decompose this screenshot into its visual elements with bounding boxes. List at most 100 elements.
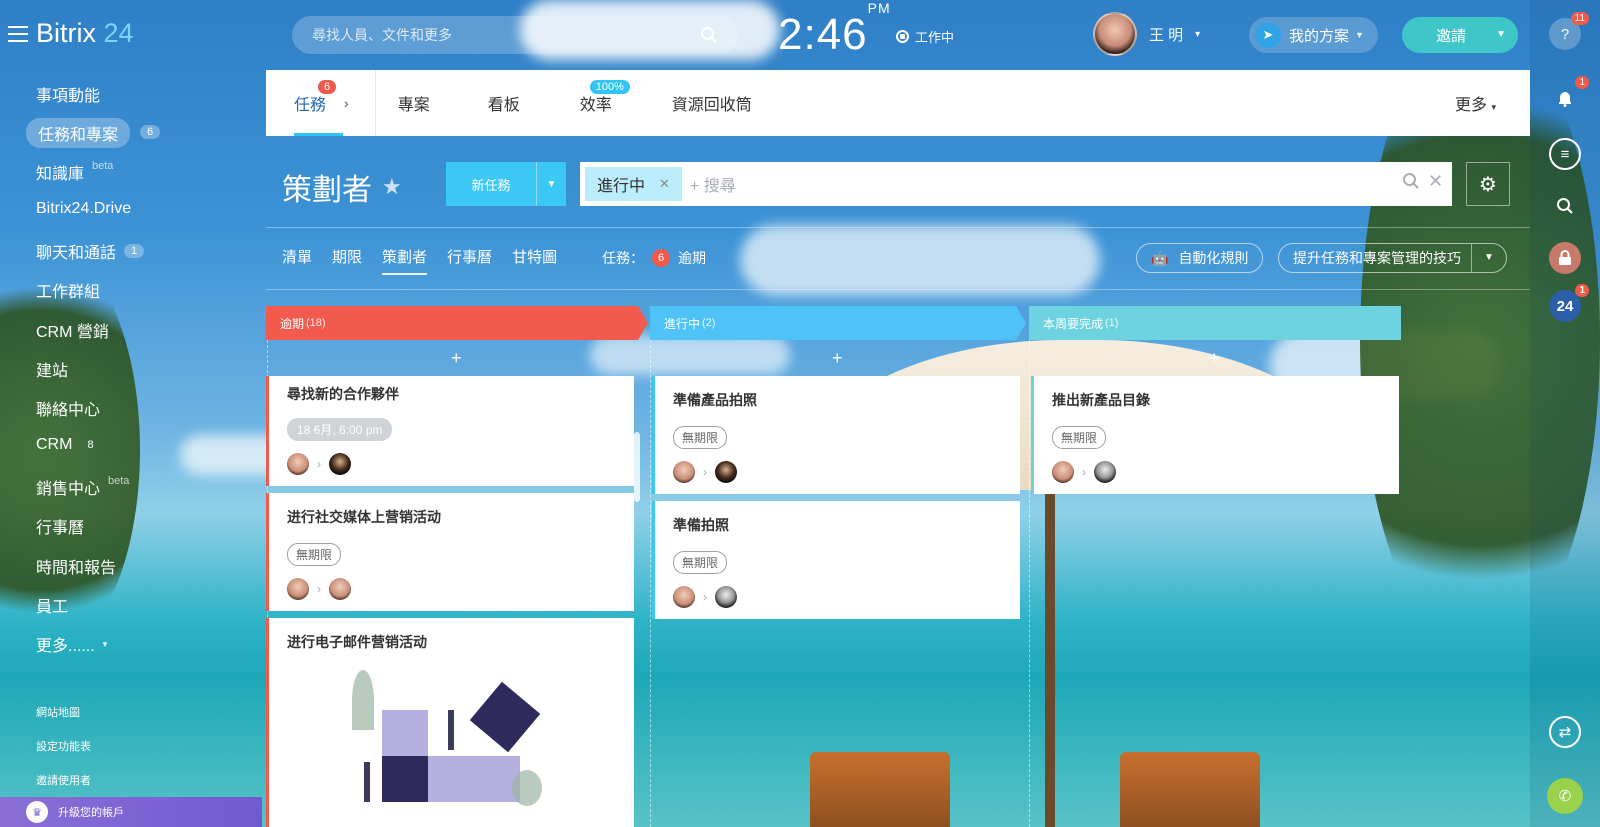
chat-icon[interactable]: ≡	[1549, 138, 1581, 170]
filter-search-placeholder[interactable]: + 搜尋	[690, 172, 736, 196]
automation-rules-button[interactable]: 🤖 自動化規則	[1136, 243, 1264, 273]
menu-item-activity[interactable]: 事項動能	[36, 82, 100, 106]
menu-item-contact-center[interactable]: 聯絡中心	[36, 396, 100, 420]
task-title[interactable]: 推出新產品目錄	[1052, 390, 1381, 410]
task-deadline[interactable]: 無期限	[1052, 426, 1107, 449]
task-title[interactable]: 準備產品拍照	[673, 390, 1002, 410]
menu-item-chat[interactable]: 聊天和通話 1	[36, 239, 145, 263]
upgrade-button[interactable]: ♛ 升級您的帳戶	[0, 797, 262, 827]
menu-item-sales-center[interactable]: 銷售中心 beta	[36, 475, 129, 499]
task-title[interactable]: 準備拍照	[673, 515, 1002, 535]
bitrix-logo[interactable]: Bitrix 24	[36, 18, 134, 49]
search-icon[interactable]	[700, 26, 718, 44]
avatar[interactable]	[329, 578, 351, 600]
view-tab-planner[interactable]: 策劃者	[382, 246, 428, 275]
menu-burger-icon[interactable]	[8, 26, 28, 47]
task-card[interactable]: 进行社交媒体上营销活动 無期限 ›	[266, 493, 634, 611]
menu-item-crm[interactable]: CRM 8	[36, 436, 101, 454]
menu-item-sites[interactable]: 建站	[36, 357, 68, 381]
menu-item-more[interactable]: 更多...... ▾	[36, 632, 107, 656]
avatar[interactable]	[673, 461, 695, 483]
task-title[interactable]: 尋找新的合作夥伴	[287, 384, 616, 404]
avatar[interactable]	[673, 586, 695, 608]
b24-icon[interactable]: 24 1	[1549, 284, 1589, 322]
avatar[interactable]	[329, 453, 351, 475]
task-deadline[interactable]: 無期限	[287, 543, 342, 566]
tips-button[interactable]: 提升任務和專案管理的技巧 ▼	[1278, 243, 1507, 273]
menu-item-calendar[interactable]: 行事曆	[36, 514, 84, 538]
task-card[interactable]: 準備拍照 無期限 ›	[652, 501, 1020, 619]
gear-icon[interactable]: ⚙	[1466, 162, 1510, 206]
new-task-button[interactable]: 新任務 ▼	[446, 162, 566, 206]
configure-menu-link[interactable]: 設定功能表	[36, 738, 91, 754]
phone-icon[interactable]: ✆	[1547, 778, 1583, 814]
tab-tasks[interactable]: 任務 6 ›	[266, 70, 371, 136]
global-search[interactable]: 尋找人員、文件和更多	[292, 16, 738, 54]
column-header-in-progress[interactable]: 進行中 (2)	[650, 306, 1026, 340]
task-deadline[interactable]: 18 6月, 6:00 pm	[287, 418, 393, 441]
invite-button[interactable]: 邀請 ▼	[1402, 17, 1518, 53]
add-task-plus-icon[interactable]: +	[1209, 348, 1220, 369]
avatar[interactable]	[1052, 461, 1074, 483]
view-tab-calendar[interactable]: 行事曆	[447, 246, 492, 275]
chevron-down-icon[interactable]: ▼	[1471, 244, 1506, 272]
menu-item-tasks[interactable]: 任務和專案	[26, 118, 131, 148]
add-task-plus-icon[interactable]: +	[832, 348, 843, 369]
chevron-down-icon[interactable]: ▼	[536, 162, 566, 206]
column-header-this-week[interactable]: 本周要完成 (1)	[1029, 306, 1401, 340]
task-title[interactable]: 进行社交媒体上营销活动	[287, 507, 616, 527]
bell-icon[interactable]: 1	[1549, 76, 1589, 114]
task-title[interactable]: 进行电子邮件营销活动	[287, 632, 616, 652]
filter-search-bar[interactable]: 進行中 ✕ + 搜尋 ✕	[580, 162, 1452, 206]
column-scrollbar[interactable]	[634, 432, 640, 502]
task-card[interactable]: 推出新產品目錄 無期限 ›	[1031, 376, 1399, 494]
close-icon[interactable]: ✕	[659, 176, 670, 192]
menu-item-knowledge[interactable]: 知識庫 beta	[36, 160, 113, 184]
tab-label: 看板	[487, 97, 520, 114]
user-menu[interactable]: 王 明 ▾	[1093, 12, 1200, 56]
tab-recycle-bin[interactable]: 資源回收筒	[634, 70, 774, 136]
tab-efficiency[interactable]: 效率 100%	[542, 70, 634, 136]
filter-chip[interactable]: 進行中 ✕	[585, 167, 682, 201]
avatar[interactable]	[287, 453, 309, 475]
avatar[interactable]	[715, 461, 737, 483]
clock[interactable]: 2:46PM	[778, 0, 891, 60]
task-card[interactable]: 尋找新的合作夥伴 18 6月, 6:00 pm ›	[266, 376, 634, 486]
lock-icon[interactable]	[1549, 242, 1581, 274]
phone-transfer-icon[interactable]: ⇄	[1549, 716, 1581, 748]
avatar[interactable]	[287, 578, 309, 600]
column-count: (18)	[306, 317, 326, 329]
view-tab-gantt[interactable]: 甘特圖	[512, 246, 557, 275]
my-plan-button[interactable]: ➤ 我的方案 ▾	[1249, 17, 1379, 53]
tab-more[interactable]: 更多 ▾	[1455, 91, 1496, 115]
menu-item-workgroups[interactable]: 工作群組	[36, 278, 100, 302]
work-status[interactable]: 工作中	[896, 27, 954, 46]
counter-suffix: 逾期	[678, 250, 706, 266]
task-counter[interactable]: 任務： 6 逾期	[602, 248, 706, 268]
clear-icon[interactable]: ✕	[1428, 171, 1443, 192]
avatar[interactable]	[715, 586, 737, 608]
view-tab-list[interactable]: 清單	[282, 246, 312, 275]
task-deadline[interactable]: 無期限	[673, 551, 728, 574]
task-card[interactable]: 準備產品拍照 無期限 ›	[652, 376, 1020, 494]
menu-item-time-reports[interactable]: 時間和報告	[36, 554, 116, 578]
star-icon[interactable]: ★	[382, 174, 402, 200]
avatar[interactable]	[1094, 461, 1116, 483]
menu-item-drive[interactable]: Bitrix24.Drive	[36, 200, 131, 218]
task-deadline[interactable]: 無期限	[673, 426, 728, 449]
column-header-overdue[interactable]: 逾期 (18)	[266, 306, 648, 340]
tab-projects[interactable]: 專案	[376, 70, 452, 136]
chevron-down-icon[interactable]: ▼	[1496, 29, 1506, 40]
search-icon[interactable]	[1549, 190, 1581, 222]
invite-users-link[interactable]: 邀請使用者	[36, 772, 91, 788]
tab-kanban[interactable]: 看板	[452, 70, 542, 136]
menu-item-crm-marketing[interactable]: CRM 營銷	[36, 318, 109, 342]
menu-item-employees[interactable]: 員工	[36, 593, 68, 617]
view-tab-deadline[interactable]: 期限	[332, 246, 362, 275]
task-card[interactable]: 进行电子邮件营销活动	[266, 618, 634, 827]
sitemap-link[interactable]: 網站地圖	[36, 704, 80, 720]
help-icon[interactable]: ? 11	[1549, 12, 1589, 50]
beach-chair	[1120, 752, 1260, 827]
add-task-plus-icon[interactable]: +	[451, 348, 462, 369]
search-icon[interactable]	[1402, 172, 1420, 190]
